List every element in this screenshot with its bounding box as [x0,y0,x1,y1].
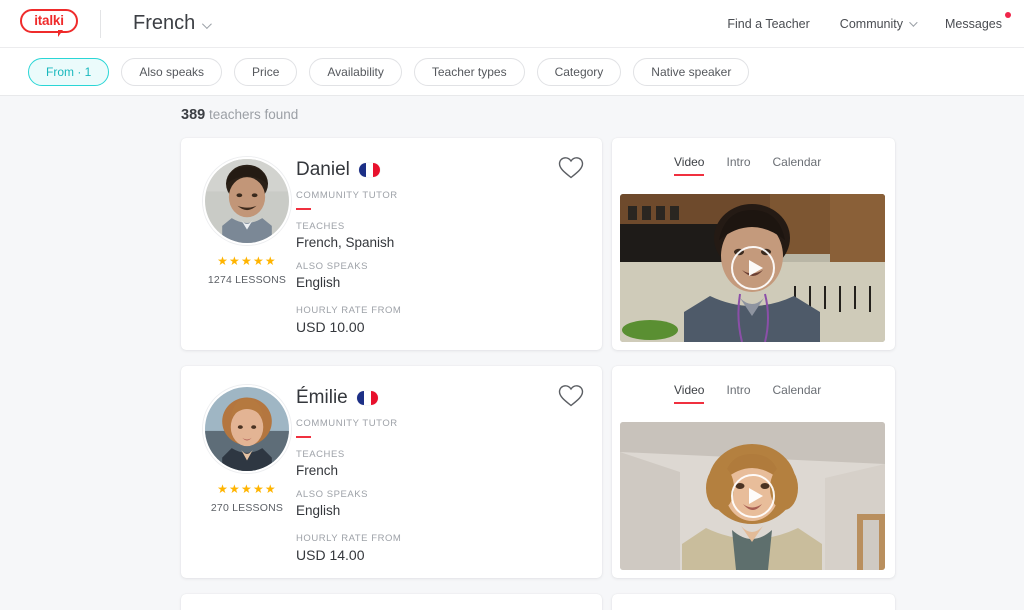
hourly-rate-value: USD 10.00 [296,319,365,335]
also-speaks-label: ALSO SPEAKS [296,261,369,272]
teacher-video-card: Video Intro Calendar [612,138,895,350]
tab-intro[interactable]: Intro [726,155,750,176]
teaches-value: French, Spanish [296,235,395,250]
rating-stars: ★★★★★ [217,254,277,268]
teacher-role: COMMUNITY TUTOR [296,190,398,201]
teacher-card[interactable]: ★★★★★ 1274 LESSONS Daniel COMMUNITY TUTO… [181,138,602,350]
hourly-rate-label: HOURLY RATE FROM [296,305,402,316]
teacher-result-row: ★★★★★ 270 LESSONS Émilie COMMUNITY TUTOR… [0,366,1024,594]
logo-text: italki [34,12,64,28]
tab-intro[interactable]: Intro [726,383,750,404]
tab-calendar[interactable]: Calendar [773,155,822,176]
divider-dash [296,208,311,210]
video-tabs: Video Intro Calendar [612,366,895,404]
also-speaks-value: English [296,503,341,518]
video-tabs: Video Intro Calendar [612,138,895,176]
avatar-column: ★★★★★ 1274 LESSONS [198,157,296,286]
teacher-video-card: Video Intro Calendar [612,366,895,578]
favorite-heart-icon[interactable] [558,156,584,185]
filter-pill-from[interactable]: From · 1 [28,57,110,86]
hourly-rate-label: HOURLY RATE FROM [296,533,402,544]
logo-tail-shape [58,29,65,37]
nav-label: Messages [945,16,1002,31]
nav-label: Find a Teacher [727,16,810,31]
filter-pill-teacher-types[interactable]: Teacher types [413,57,525,86]
avatar[interactable] [203,157,291,245]
also-speaks-value: English [296,275,341,290]
france-flag-icon [358,162,380,177]
tab-video[interactable]: Video [674,383,705,404]
italki-teacher-search-page: italki French Find a Teacher Community M… [0,0,1024,610]
tab-calendar[interactable]: Calendar [773,383,822,404]
italki-logo[interactable]: italki [20,8,78,39]
teacher-results-list: ★★★★★ 1274 LESSONS Daniel COMMUNITY TUTO… [0,138,1024,610]
filter-pill-price[interactable]: Price [234,57,298,86]
lesson-count: 1274 LESSONS [207,274,287,286]
divider-dash [296,436,311,438]
play-button-icon[interactable] [730,246,775,290]
tab-video[interactable]: Video [674,155,705,176]
nav-community[interactable]: Community [839,16,918,31]
video-thumbnail[interactable] [620,422,885,570]
nav-messages[interactable]: Messages [945,11,1011,31]
teacher-name-row: Daniel [296,160,536,179]
results-count: 389 teachers found [181,107,298,123]
results-count-suffix: teachers found [205,107,299,122]
teacher-info: Émilie COMMUNITY TUTOR TEACHES French AL… [296,388,536,563]
selected-language: French [133,12,196,34]
logo-bubble-shape: italki [20,8,78,33]
teacher-result-row: ★★★★★ 1274 LESSONS Daniel COMMUNITY TUTO… [0,138,1024,366]
teacher-name: Émilie [296,387,348,408]
rating-stars: ★★★★★ [217,482,277,496]
avatar-column: ★★★★★ 270 LESSONS [198,385,296,514]
chevron-down-icon [909,17,918,27]
primary-nav: Find a Teacher Community Messages [727,11,1011,31]
teacher-video-card [612,594,895,610]
header-divider [100,9,101,38]
filter-pill-availability[interactable]: Availability [309,57,402,86]
teacher-result-row-partial [0,594,1024,610]
notification-dot-icon [1005,11,1011,18]
teacher-info: Daniel COMMUNITY TUTOR TEACHES French, S… [296,160,536,335]
teacher-role: COMMUNITY TUTOR [296,418,398,429]
filter-pill-category[interactable]: Category [536,57,622,86]
lesson-count: 270 LESSONS [210,502,284,514]
france-flag-icon [356,390,378,405]
teacher-card[interactable]: ★★★★★ 270 LESSONS Émilie COMMUNITY TUTOR… [181,366,602,578]
chevron-down-icon [202,19,213,30]
teacher-name: Daniel [296,159,350,180]
hourly-rate-value: USD 14.00 [296,547,365,563]
teacher-name-row: Émilie [296,388,536,407]
filter-pill-native-speaker[interactable]: Native speaker [633,57,750,86]
also-speaks-label: ALSO SPEAKS [296,489,369,500]
teaches-label: TEACHES [296,449,345,460]
video-thumbnail[interactable] [620,194,885,342]
nav-find-a-teacher[interactable]: Find a Teacher [727,17,809,31]
teaches-label: TEACHES [296,221,345,232]
filter-pill-also-speaks[interactable]: Also speaks [121,57,223,86]
teaches-value: French [296,463,339,478]
avatar[interactable] [203,385,291,473]
site-header: italki French Find a Teacher Community M… [0,0,1024,48]
avatar-photo [205,159,289,243]
favorite-heart-icon[interactable] [558,384,584,413]
language-selector[interactable]: French [133,12,213,35]
nav-label: Community [839,16,904,31]
play-button-icon[interactable] [730,474,775,518]
filter-bar: From · 1 Also speaks Price Availability … [0,48,1024,96]
avatar-photo [205,387,289,471]
teacher-card[interactable] [181,594,602,610]
results-count-number: 389 [181,107,206,123]
